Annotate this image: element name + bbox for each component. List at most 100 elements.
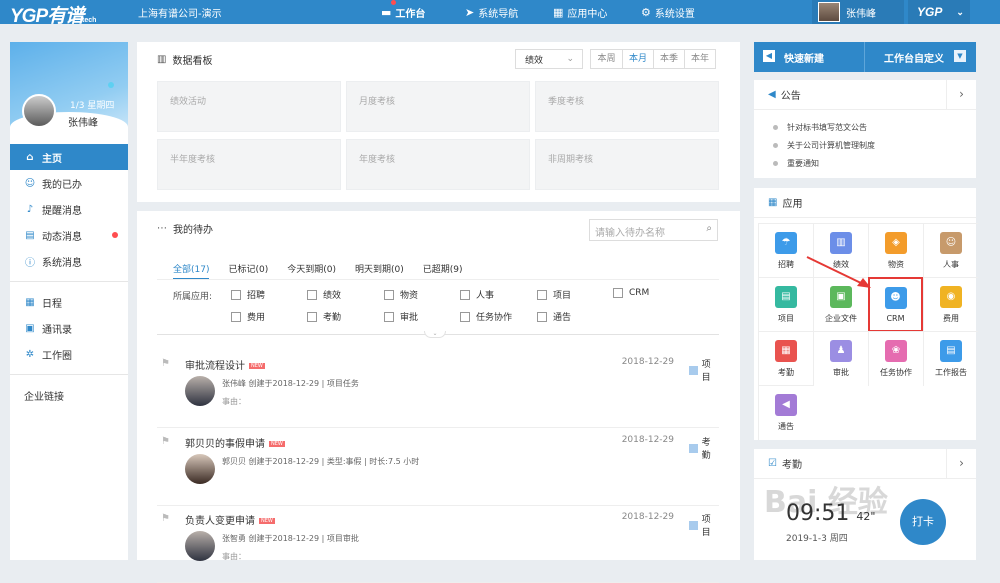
sidebar-item-contacts[interactable]: ▣ 通讯录: [10, 315, 128, 341]
app-work-report-icon: ▤: [940, 340, 962, 362]
list-item[interactable]: ⚑ 郭贝贝的事假申请 NEW 2018-12-29 考勤 郭贝贝 创建于2018-…: [157, 434, 719, 506]
tile-non-periodic-review[interactable]: 非周期考核: [535, 139, 719, 190]
circle-icon: ✲: [25, 348, 35, 360]
tab-marked[interactable]: 已标记(0): [228, 262, 268, 280]
list-item[interactable]: 重要通知: [773, 158, 819, 169]
metric-select[interactable]: 绩效 ⌄: [515, 49, 583, 69]
tile-half-year-review[interactable]: 半年度考核: [157, 139, 341, 190]
period-switch: 本周 本月 本季 本年: [590, 49, 716, 69]
data-dashboard-panel: ▥ 数据看板 绩效 ⌄ 本周 本月 本季 本年 绩效活动 月度考核 季度考核 半年度…: [137, 42, 740, 202]
tab-due-today[interactable]: 今天到期(0): [287, 262, 336, 280]
sidebar-item-done[interactable]: ☺ 我的已办: [10, 170, 128, 196]
ygp-menu[interactable]: YGP ⌄: [908, 0, 970, 24]
current-date: 1/3 星期四: [70, 101, 115, 111]
todo-title[interactable]: 负责人变更申请 NEW: [185, 512, 275, 527]
chevron-down-icon[interactable]: ▼: [954, 50, 966, 62]
app-label: 任务协作: [880, 368, 912, 377]
user-name: 张伟峰: [846, 8, 876, 20]
filter-notice-checkbox[interactable]: 通告: [537, 310, 571, 323]
period-quarter[interactable]: 本季: [653, 50, 684, 68]
nav-system-settings[interactable]: ⚙ 系统设置: [641, 0, 695, 24]
app-attendance[interactable]: ▦ 考勤: [758, 331, 813, 386]
app-label: 物资: [888, 260, 904, 269]
period-week[interactable]: 本周: [591, 50, 622, 68]
profile-name: 张伟峰: [68, 118, 98, 129]
nav-system-navigation[interactable]: ➤ 系统导航: [465, 0, 518, 24]
filter-materials-checkbox[interactable]: 物资: [384, 288, 418, 301]
avatar[interactable]: [22, 94, 56, 128]
list-item[interactable]: 针对标书填写范文公告: [773, 122, 867, 133]
new-badge: NEW: [249, 363, 265, 369]
chevron-right-icon[interactable]: ›: [946, 80, 976, 109]
punch-button[interactable]: 打卡: [900, 499, 946, 545]
todo-title[interactable]: 郭贝贝的事假申请 NEW: [185, 435, 285, 450]
tile-annual-review[interactable]: 年度考核: [346, 139, 530, 190]
sidebar-item-system-messages[interactable]: ⓘ 系统消息: [10, 248, 128, 274]
apps-panel: ▦ 应用 ☂ 招聘 ▥ 绩效 ◈ 物资 ☺ 人事 ▤ 项目 ▣ 企业文件 ☻ CRM ◉ 费用 ▦ 考勤 ♟ 审批 ❀ 任务…: [754, 188, 978, 440]
sidebar-item-reminders[interactable]: ♪ 提醒消息: [10, 196, 128, 222]
filter-hr-checkbox[interactable]: 人事: [460, 288, 494, 301]
app-label: 考勤: [778, 368, 794, 377]
todo-reason: 事由：: [222, 397, 246, 406]
filter-attendance-checkbox[interactable]: 考勤: [307, 310, 341, 323]
sidebar-item-activity[interactable]: ▤ 动态消息: [10, 222, 128, 248]
sidebar-item-enterprise-links[interactable]: 企业链接: [10, 382, 128, 408]
tab-all[interactable]: 全部(17): [173, 262, 210, 280]
quick-new-button[interactable]: 快速新建: [784, 50, 824, 65]
panel-title: 公告: [780, 91, 801, 102]
list-item[interactable]: ⚑ 负责人变更申请 NEW 2018-12-29 项目 张智勇 创建于2018-1…: [157, 511, 719, 583]
tab-due-tomorrow[interactable]: 明天到期(0): [355, 262, 404, 280]
filter-label: 所属应用:: [173, 292, 213, 302]
app-task-collab-icon: ❀: [885, 340, 907, 362]
chevron-right-icon[interactable]: ›: [946, 449, 976, 478]
checkbox-icon: ☑: [768, 458, 777, 469]
tile-performance-activity[interactable]: 绩效活动: [157, 81, 341, 132]
list-item[interactable]: 关于公司计算机管理制度: [773, 140, 875, 151]
sidebar-item-schedule[interactable]: ▦ 日程: [10, 289, 128, 315]
todo-meta: 张智勇 创建于2018-12-29 | 项目审批: [222, 534, 359, 543]
filter-expense-checkbox[interactable]: 费用: [231, 310, 265, 323]
app-notice[interactable]: ◀ 通告: [758, 385, 813, 440]
nav-app-center[interactable]: ▦ 应用中心: [553, 0, 607, 24]
customize-workbench-button[interactable]: 工作台自定义: [884, 50, 944, 65]
period-month[interactable]: 本月: [622, 50, 653, 68]
collapse-toggle-icon[interactable]: ⌄: [424, 331, 446, 338]
home-icon: ⌂: [26, 151, 34, 163]
app-task-collab[interactable]: ❀ 任务协作: [868, 331, 923, 386]
app-hr-icon: ☺: [940, 232, 962, 254]
flag-icon[interactable]: ⚑: [161, 513, 170, 524]
filter-approval-checkbox[interactable]: 审批: [384, 310, 418, 323]
todo-title[interactable]: 审批流程设计 NEW: [185, 357, 265, 372]
app-work-report[interactable]: ▤ 工作报告: [923, 331, 978, 386]
notification-dot: [391, 0, 396, 5]
app-crm[interactable]: ☻ CRM: [868, 277, 923, 332]
user-menu[interactable]: 张伟峰: [812, 0, 904, 24]
gear-icon: ⚙: [641, 5, 651, 19]
filter-task-checkbox[interactable]: 任务协作: [460, 310, 512, 323]
nav-workbench[interactable]: ▬ 工作台: [381, 0, 425, 24]
todo-search-input[interactable]: 请输入待办名称 ⌕: [589, 219, 718, 241]
flag-icon[interactable]: ⚑: [161, 358, 170, 369]
sidebar-item-home[interactable]: ⌂ 主页: [10, 144, 128, 170]
attendance-panel: ☑ 考勤 › Bai 经验 09:51 42" 2019-1-3 周四 打卡: [754, 449, 976, 560]
app-approval[interactable]: ♟ 审批: [813, 331, 868, 386]
period-year[interactable]: 本年: [684, 50, 715, 68]
tile-monthly-review[interactable]: 月度考核: [346, 81, 530, 132]
sidebar-item-work-circle[interactable]: ✲ 工作圈: [10, 341, 128, 367]
app-hr[interactable]: ☺ 人事: [923, 223, 978, 278]
unread-dot: [112, 232, 118, 238]
filter-crm-checkbox[interactable]: CRM: [613, 288, 649, 298]
filter-performance-checkbox[interactable]: 绩效: [307, 288, 341, 301]
todo-meta: 郭贝贝 创建于2018-12-29 | 类型:事假 | 时长:7.5 小时: [222, 457, 420, 466]
chevron-left-icon[interactable]: ◀: [763, 50, 775, 62]
todo-tabs: 全部(17) 已标记(0) 今天到期(0) 明天到期(0) 已超期(9): [173, 262, 481, 280]
tab-overdue[interactable]: 已超期(9): [423, 262, 463, 280]
app-expense[interactable]: ◉ 费用: [923, 277, 978, 332]
flag-icon[interactable]: ⚑: [161, 436, 170, 447]
list-item[interactable]: ⚑ 审批流程设计 NEW 2018-12-29 项目 张伟峰 创建于2018-12…: [157, 356, 719, 428]
app-materials[interactable]: ◈ 物资: [868, 223, 923, 278]
tile-quarterly-review[interactable]: 季度考核: [535, 81, 719, 132]
filter-project-checkbox[interactable]: 项目: [537, 288, 571, 301]
chat-icon: ▤: [25, 229, 35, 241]
filter-recruit-checkbox[interactable]: 招聘: [231, 288, 265, 301]
